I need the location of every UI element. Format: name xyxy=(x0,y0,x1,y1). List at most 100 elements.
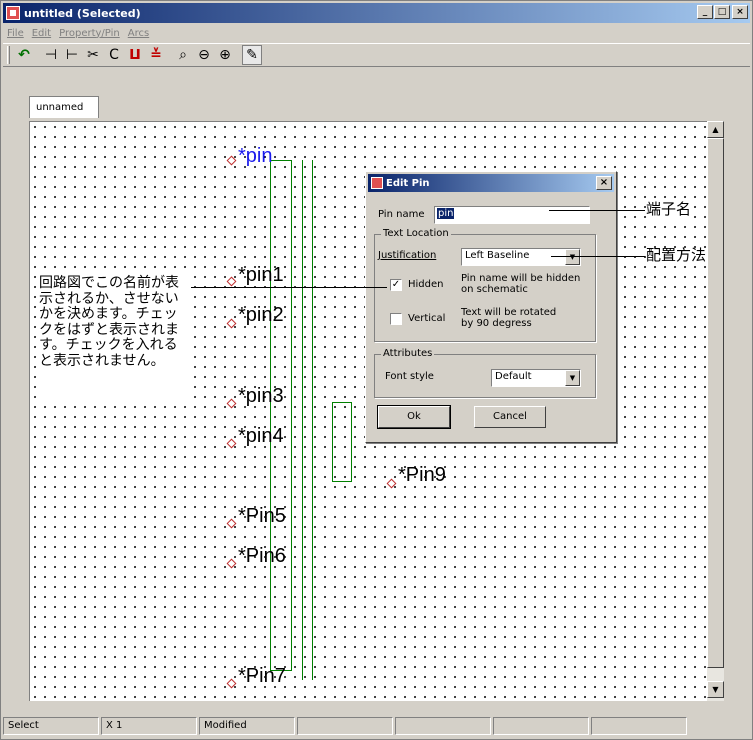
menu-bar: File Edit Property/Pin Arcs xyxy=(3,24,750,42)
justification-label: Justification xyxy=(378,250,437,261)
app-window: untitled (Selected) _ □ × File Edit Prop… xyxy=(0,0,753,740)
symbol-box[interactable] xyxy=(332,402,352,482)
dialog-close-button[interactable]: × xyxy=(596,176,612,190)
vertical-description: by 90 degress xyxy=(461,318,532,329)
pin-label[interactable]: *pin1 xyxy=(238,265,284,285)
pin-marker[interactable] xyxy=(226,518,237,529)
status-cell xyxy=(395,717,491,735)
symbol-line[interactable] xyxy=(270,160,271,670)
rotate-icon[interactable]: C xyxy=(104,45,124,65)
edit-pin-dialog: Edit Pin × Pin name pin Text Location Ju… xyxy=(365,171,617,443)
canvas-margin xyxy=(3,121,29,701)
bus-icon[interactable]: ⵡ xyxy=(125,45,145,65)
pin-label[interactable]: *pin4 xyxy=(238,426,284,446)
text-location-title: Text Location xyxy=(381,228,451,239)
pin-label[interactable]: *Pin5 xyxy=(238,506,286,526)
status-bar: Select X 1 Modified xyxy=(3,717,750,737)
zoom-fit-icon[interactable]: ⌕ xyxy=(173,45,193,65)
status-cell xyxy=(493,717,589,735)
vertical-checkbox[interactable] xyxy=(390,313,402,325)
font-style-select[interactable]: Default ▼ xyxy=(491,369,581,387)
pin-name-label: Pin name xyxy=(378,209,425,220)
attributes-title: Attributes xyxy=(381,348,435,359)
pin-marker[interactable] xyxy=(226,276,237,287)
pin-left-icon[interactable]: ⊣ xyxy=(41,45,61,65)
close-button[interactable]: × xyxy=(732,5,748,19)
dialog-title: Edit Pin xyxy=(386,177,430,189)
symbol-line[interactable] xyxy=(291,160,292,670)
hidden-checkbox[interactable]: ✓ xyxy=(390,279,402,291)
symbol-line[interactable] xyxy=(312,160,313,680)
justification-value: Left Baseline xyxy=(465,250,530,261)
status-coordinates: X 1 xyxy=(101,717,197,735)
symbol-line[interactable] xyxy=(270,160,292,161)
status-state: Modified xyxy=(199,717,295,735)
vertical-label[interactable]: Vertical xyxy=(408,313,445,324)
status-mode: Select xyxy=(3,717,99,735)
cancel-button[interactable]: Cancel xyxy=(474,406,546,428)
dialog-title-bar: Edit Pin × xyxy=(368,174,614,192)
pin-name-callout: 端子名 xyxy=(646,200,692,218)
vertical-description: Text will be rotated xyxy=(461,307,557,318)
justification-select[interactable]: Left Baseline ▼ xyxy=(461,248,581,266)
ok-button[interactable]: Ok xyxy=(377,405,451,429)
scissors-icon[interactable]: ✂ xyxy=(83,45,103,65)
multi-pin-icon[interactable]: ≚ xyxy=(146,45,166,65)
app-icon xyxy=(6,6,20,20)
scroll-down-icon[interactable]: ▼ xyxy=(707,681,724,698)
pin-name-value[interactable]: pin xyxy=(437,208,455,219)
callout-line xyxy=(551,256,645,257)
dialog-app-icon xyxy=(371,177,383,189)
scroll-thumb[interactable] xyxy=(707,138,724,668)
minimize-button[interactable]: _ xyxy=(697,5,713,19)
menu-edit[interactable]: Edit xyxy=(32,28,51,39)
pin-marker[interactable] xyxy=(226,438,237,449)
pin-label[interactable]: *pin2 xyxy=(238,305,284,325)
text-location-group: Text Location Justification Left Baselin… xyxy=(374,228,596,342)
pin-label[interactable]: *Pin7 xyxy=(238,666,286,686)
pin-label[interactable]: *Pin6 xyxy=(238,546,286,566)
zoom-out-icon[interactable]: ⊖ xyxy=(194,45,214,65)
pin-label[interactable]: *pin3 xyxy=(238,386,284,406)
status-cell xyxy=(591,717,687,735)
pencil-icon[interactable]: ✎ xyxy=(242,45,262,65)
pin-label[interactable]: *Pin9 xyxy=(398,465,446,485)
toolbar-grip[interactable] xyxy=(7,46,10,64)
scroll-up-icon[interactable]: ▲ xyxy=(707,121,724,138)
chevron-down-icon[interactable]: ▼ xyxy=(565,249,580,265)
pin-marker[interactable] xyxy=(226,155,237,166)
callout-line xyxy=(549,210,645,211)
pin-marker[interactable] xyxy=(386,478,397,489)
pin-marker[interactable] xyxy=(226,398,237,409)
hidden-description: Pin name will be hidden xyxy=(461,273,581,284)
font-style-label: Font style xyxy=(385,371,434,382)
zoom-in-icon[interactable]: ⊕ xyxy=(215,45,235,65)
pin-name-field[interactable]: pin xyxy=(434,206,590,224)
menu-property-pin[interactable]: Property/Pin xyxy=(59,28,120,39)
pin-marker[interactable] xyxy=(226,678,237,689)
title-bar: untitled (Selected) _ □ × xyxy=(3,3,750,23)
symbol-line[interactable] xyxy=(302,160,303,680)
font-style-value: Default xyxy=(495,371,532,382)
hidden-label[interactable]: Hidden xyxy=(408,279,443,290)
maximize-button[interactable]: □ xyxy=(714,5,730,19)
hidden-note: 回路図でこの名前が表示されるか、させないかを決めます。チェックをはずと表示されま… xyxy=(37,273,189,403)
hidden-description: on schematic xyxy=(461,284,528,295)
toolbar: ↶ ⊣ ⊢ ✂ C ⵡ ≚ ⌕ ⊖ ⊕ ✎ xyxy=(3,43,750,67)
tab-unnamed[interactable]: unnamed xyxy=(29,96,99,118)
callout-line xyxy=(191,287,387,288)
pin-marker[interactable] xyxy=(226,558,237,569)
pin-marker[interactable] xyxy=(226,318,237,329)
chevron-down-icon[interactable]: ▼ xyxy=(565,370,580,386)
menu-file[interactable]: File xyxy=(7,28,24,39)
undo-icon[interactable]: ↶ xyxy=(14,45,34,65)
pin-right-icon[interactable]: ⊢ xyxy=(62,45,82,65)
tab-strip: unnamed xyxy=(3,68,750,122)
window-title: untitled (Selected) xyxy=(24,6,141,20)
attributes-group: Attributes Font style Default ▼ xyxy=(374,348,596,398)
pin-label[interactable]: *pin xyxy=(238,146,272,166)
justification-callout: 配置方法 xyxy=(646,246,707,264)
status-cell xyxy=(297,717,393,735)
menu-arcs[interactable]: Arcs xyxy=(128,28,149,39)
vertical-scrollbar[interactable]: ▲ ▼ xyxy=(707,121,724,701)
